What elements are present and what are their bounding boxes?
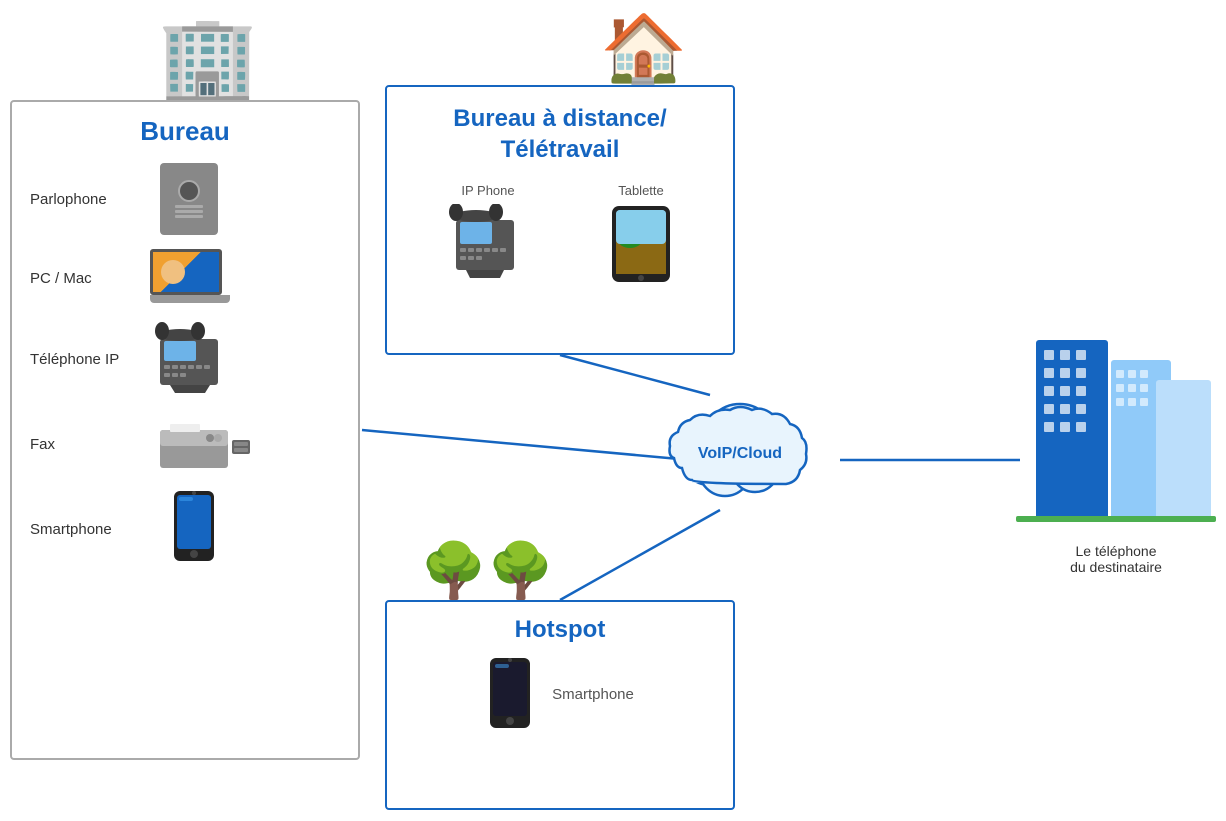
laptop-icon bbox=[150, 249, 230, 307]
bureau-building-icon: 🏢 bbox=[158, 10, 258, 104]
bureau-item-parlophone: Parlophone bbox=[12, 157, 358, 241]
hotspot-smartphone-label: Smartphone bbox=[552, 686, 634, 703]
hotspot-box: Hotspot Smartphone bbox=[385, 600, 735, 810]
bureau-item-fax: Fax bbox=[12, 406, 358, 483]
remote-title: Bureau à distance/ Télétravail bbox=[387, 103, 733, 165]
hotspot-content: Smartphone bbox=[387, 658, 733, 730]
remote-ip-phone: IP Phone bbox=[448, 183, 528, 282]
remote-ip-phone-label: IP Phone bbox=[461, 183, 514, 198]
svg-text:VoIP/Cloud: VoIP/Cloud bbox=[698, 445, 782, 462]
house-icon: 🏠 bbox=[600, 10, 687, 92]
remote-tablette-label: Tablette bbox=[618, 183, 664, 198]
bureau-item-pc-mac: PC / Mac bbox=[12, 243, 358, 313]
bureau-item-telephone-ip: Téléphone IP bbox=[12, 315, 358, 404]
parlophone-icon bbox=[160, 163, 218, 235]
bureau-box: Bureau Parlophone PC / Mac bbox=[10, 100, 360, 760]
pc-mac-label: PC / Mac bbox=[30, 270, 140, 287]
fax-icon bbox=[160, 412, 250, 477]
hotspot-smartphone-icon bbox=[486, 658, 534, 730]
remote-box: Bureau à distance/ Télétravail IP Phone bbox=[385, 85, 735, 355]
hotspot-title: Hotspot bbox=[387, 616, 733, 644]
fax-label: Fax bbox=[30, 436, 140, 453]
parlophone-label: Parlophone bbox=[30, 191, 140, 208]
smartphone-label: Smartphone bbox=[30, 521, 140, 538]
destination-label: Le téléphone du destinataire bbox=[1016, 543, 1216, 575]
voip-cloud: VoIP/Cloud bbox=[640, 380, 840, 515]
bureau-item-smartphone: Smartphone bbox=[12, 485, 358, 574]
telephone-ip-label: Téléphone IP bbox=[30, 351, 140, 368]
hotspot-tree-icons: 🌳🌳 bbox=[420, 540, 554, 603]
destination-building: Le téléphone du destinataire bbox=[1016, 320, 1216, 575]
bureau-title: Bureau bbox=[12, 116, 358, 147]
remote-devices: IP Phone Tablette bbox=[387, 183, 733, 284]
smartphone-bureau-icon bbox=[170, 491, 218, 568]
telephone-ip-icon bbox=[150, 321, 230, 398]
remote-tablette: Tablette bbox=[610, 183, 672, 284]
